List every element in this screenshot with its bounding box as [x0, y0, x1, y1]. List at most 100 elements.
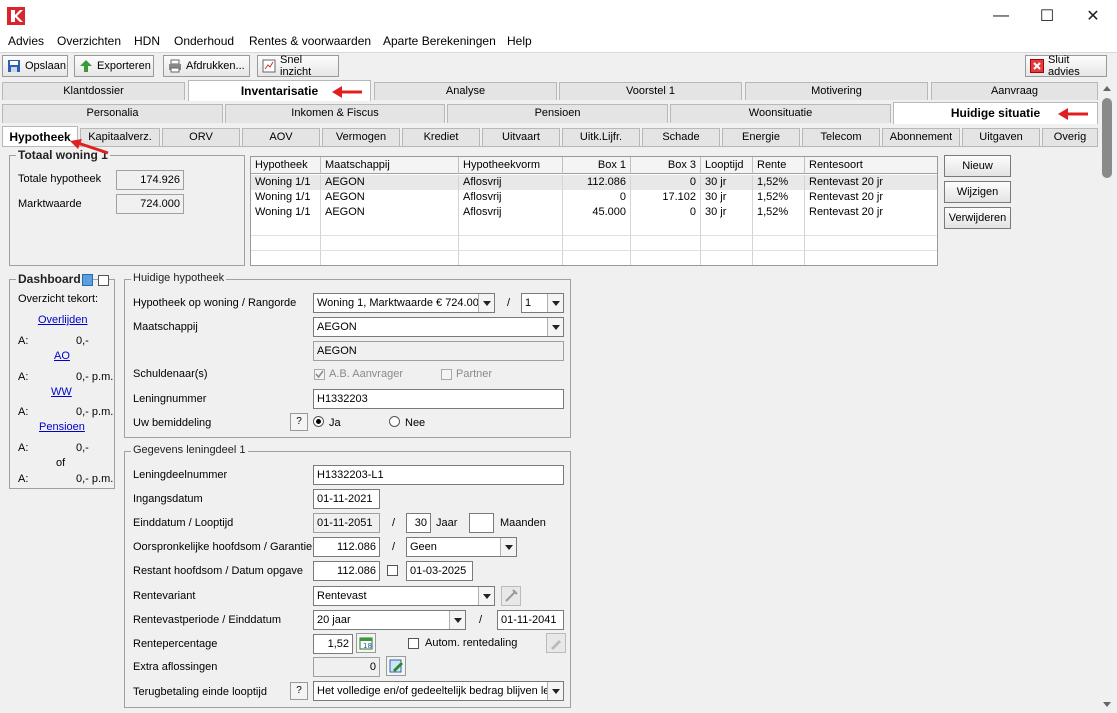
tab-analyse[interactable]: Analyse — [374, 82, 557, 100]
col-box1[interactable]: Box 1 — [563, 157, 631, 174]
autom-rentedaling-checkbox[interactable] — [408, 638, 419, 649]
tab-energie[interactable]: Energie — [722, 128, 800, 146]
dashboard-checkbox[interactable] — [98, 275, 109, 286]
datum-opgave-input[interactable]: 01-03-2025 — [406, 561, 473, 581]
calendar-icon[interactable]: 18 — [356, 633, 376, 653]
calculator-icon[interactable] — [82, 274, 93, 286]
edit-button[interactable]: Wijzigen — [944, 181, 1011, 203]
maximize-button[interactable]: ☐ — [1024, 0, 1070, 31]
tab-uitgaven[interactable]: Uitgaven — [962, 128, 1040, 146]
toolbar: Opslaan Exporteren Afdrukken... Snel inz… — [0, 52, 1117, 79]
scroll-up-icon[interactable] — [1103, 86, 1111, 91]
garantie-select[interactable]: Geen — [406, 537, 517, 557]
col-hypotheek[interactable]: Hypotheek — [251, 157, 321, 174]
aanvrager-checkbox[interactable] — [314, 369, 325, 380]
partner-checkbox[interactable] — [441, 369, 452, 380]
a-label: A: — [18, 335, 29, 347]
nee-radio[interactable] — [389, 416, 400, 427]
woning-rangorde-label: Hypotheek op woning / Rangorde — [133, 297, 297, 309]
hypotheek-table[interactable]: Hypotheek Maatschappij Hypotheekvorm Box… — [250, 156, 938, 266]
col-rentesoort[interactable]: Rentesoort — [805, 157, 937, 174]
col-rente[interactable]: Rente — [753, 157, 805, 174]
rentevastperiode-select[interactable]: 20 jaar — [313, 610, 466, 630]
empty-col — [321, 220, 459, 265]
rangorde-select[interactable]: 1 — [521, 293, 564, 313]
aanvrager-label: A.B. Aanvrager — [329, 368, 403, 380]
edit-icon[interactable] — [386, 656, 406, 676]
tab-abonnement[interactable]: Abonnement — [882, 128, 960, 146]
maatschappij-select[interactable]: AEGON — [313, 317, 564, 337]
export-button[interactable]: Exporteren — [74, 55, 154, 77]
tab-motivering[interactable]: Motivering — [745, 82, 928, 100]
looptijd-jaar-input[interactable]: 30 — [406, 513, 431, 533]
menu-advies[interactable]: Advies — [8, 34, 44, 48]
menu-onderhoud[interactable]: Onderhoud — [174, 34, 234, 48]
menu-hdn[interactable]: HDN — [134, 34, 160, 48]
tab-krediet[interactable]: Krediet — [402, 128, 480, 146]
new-button[interactable]: Nieuw — [944, 155, 1011, 177]
looptijd-maanden-input[interactable] — [469, 513, 494, 533]
tab-pensioen[interactable]: Pensioen — [447, 104, 668, 123]
tab-aov[interactable]: AOV — [242, 128, 320, 146]
help-button[interactable]: ? — [290, 682, 308, 700]
tab-uitk-lijfr[interactable]: Uitk.Lijfr. — [562, 128, 640, 146]
close-button[interactable]: ✕ — [1070, 0, 1116, 31]
title-bar: — ☐ ✕ — [0, 0, 1117, 31]
ao-link[interactable]: AO — [54, 350, 70, 362]
tab-woonsituatie[interactable]: Woonsituatie — [670, 104, 891, 123]
ingangsdatum-input[interactable]: 01-11-2021 — [313, 489, 380, 509]
close-advice-button[interactable]: Sluit advies — [1025, 54, 1107, 78]
tab-inkomen-fiscus[interactable]: Inkomen & Fiscus — [225, 104, 445, 123]
tab-voorstel-1[interactable]: Voorstel 1 — [559, 82, 742, 100]
tab-klantdossier[interactable]: Klantdossier — [2, 82, 185, 100]
scroll-thumb[interactable] — [1102, 98, 1112, 178]
minimize-button[interactable]: — — [978, 0, 1024, 31]
rentevast-einddatum-input[interactable]: 01-11-2041 — [497, 610, 564, 630]
woning-select[interactable]: Woning 1, Marktwaarde € 724.000 — [313, 293, 495, 313]
ww-link[interactable]: WW — [51, 386, 72, 398]
cell: 30 jr — [701, 175, 753, 190]
menu-rentes[interactable]: Rentes & voorwaarden — [249, 34, 371, 48]
menu-aparte-berekeningen[interactable]: Aparte Berekeningen — [383, 34, 496, 48]
help-button[interactable]: ? — [290, 413, 308, 431]
tab-aanvraag[interactable]: Aanvraag — [931, 82, 1098, 100]
rentevariant-select[interactable]: Rentevast — [313, 586, 495, 606]
bemiddeling-label: Uw bemiddeling — [133, 417, 212, 429]
vertical-scrollbar[interactable] — [1098, 80, 1117, 713]
schuldenaars-label: Schuldenaar(s) — [133, 368, 208, 380]
edit-disabled-icon[interactable] — [546, 633, 566, 653]
chevron-down-icon — [547, 294, 563, 312]
delete-button[interactable]: Verwijderen — [944, 207, 1011, 229]
scroll-down-icon[interactable] — [1103, 702, 1111, 707]
col-looptijd[interactable]: Looptijd — [701, 157, 753, 174]
col-box3[interactable]: Box 3 — [631, 157, 701, 174]
tab-hypotheek[interactable]: Hypotheek — [2, 126, 78, 147]
restant-hoofdsom-input[interactable]: 112.086 — [313, 561, 380, 581]
menu-help[interactable]: Help — [507, 34, 532, 48]
huidige-hypotheek-title: Huidige hypotheek — [131, 272, 227, 284]
tab-vermogen[interactable]: Vermogen — [322, 128, 400, 146]
quick-insight-button[interactable]: Snel inzicht — [257, 54, 339, 78]
print-button[interactable]: Afdrukken... — [163, 55, 250, 77]
tab-telecom[interactable]: Telecom — [802, 128, 880, 146]
col-maatschappij[interactable]: Maatschappij — [321, 157, 459, 174]
oorspronkelijke-hoofdsom-input[interactable]: 112.086 — [313, 537, 380, 557]
overlijden-link[interactable]: Overlijden — [38, 314, 88, 326]
tab-overig[interactable]: Overig — [1042, 128, 1098, 146]
ja-radio[interactable] — [313, 416, 324, 427]
tab-personalia[interactable]: Personalia — [2, 104, 223, 123]
leningnummer-input[interactable]: H1332203 — [313, 389, 564, 409]
tab-orv[interactable]: ORV — [162, 128, 240, 146]
rentepercentage-input[interactable]: 1,52 — [313, 634, 353, 654]
restant-checkbox[interactable] — [387, 565, 398, 576]
save-button[interactable]: Opslaan — [2, 55, 68, 77]
leningdeelnummer-input[interactable]: H1332203-L1 — [313, 465, 564, 485]
tool-icon[interactable] — [501, 586, 521, 606]
menu-overzichten[interactable]: Overzichten — [57, 34, 121, 48]
pensioen-link[interactable]: Pensioen — [39, 421, 85, 433]
terugbetaling-select[interactable]: Het volledige en/of gedeeltelijk bedrag … — [313, 681, 564, 701]
cell: 30 jr — [701, 190, 753, 205]
tab-schade[interactable]: Schade — [642, 128, 720, 146]
tab-uitvaart[interactable]: Uitvaart — [482, 128, 560, 146]
col-hypotheekvorm[interactable]: Hypotheekvorm — [459, 157, 563, 174]
